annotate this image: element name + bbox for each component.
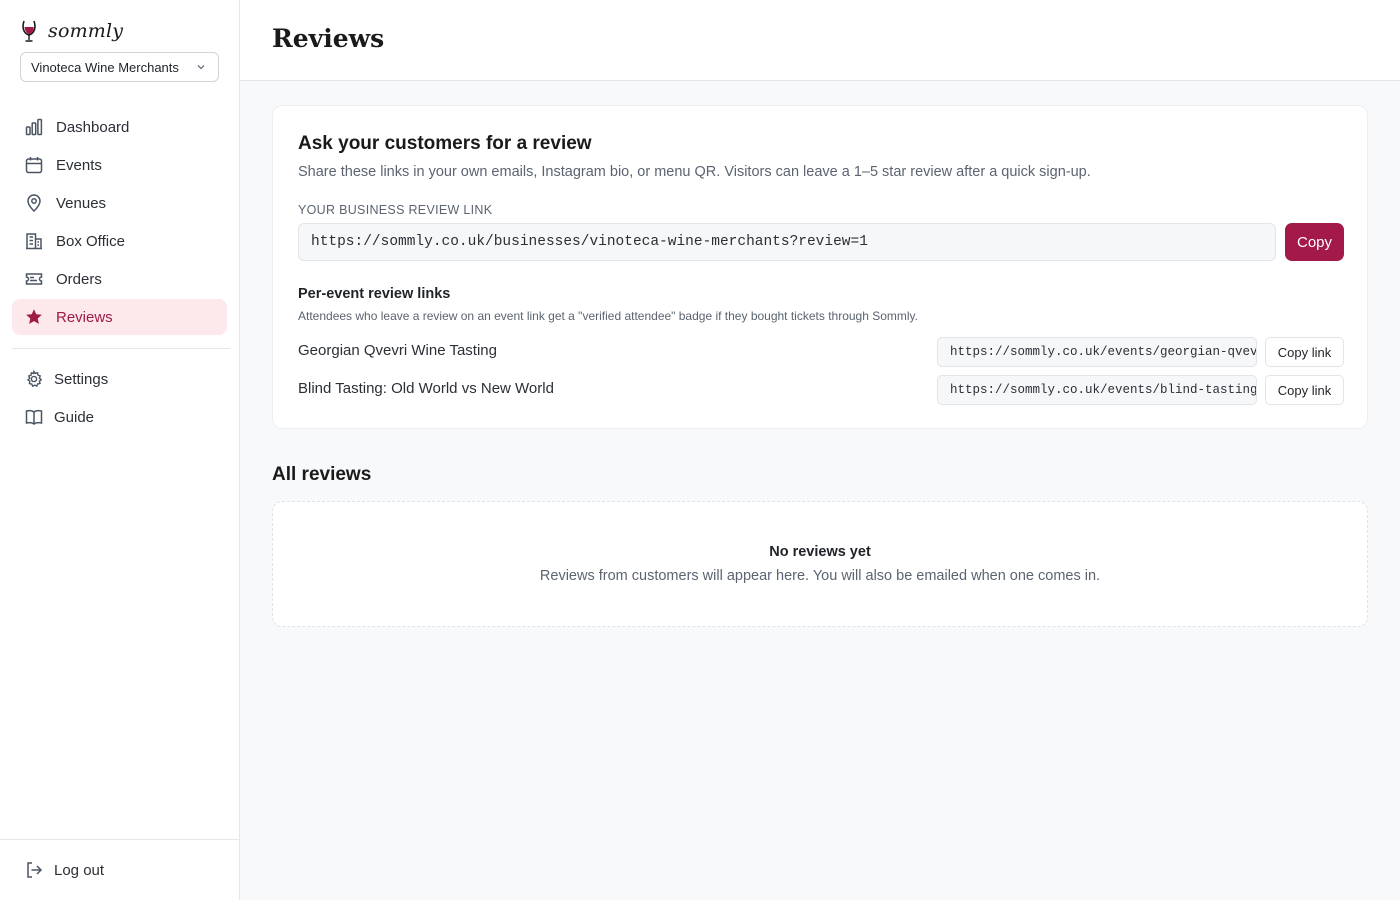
page-header: Reviews — [240, 0, 1400, 81]
per-event-links-subtitle: Attendees who leave a review on an event… — [298, 309, 919, 323]
wine-glass-logo-icon — [22, 20, 36, 42]
map-pin-icon — [24, 193, 44, 213]
sidebar-item-venues[interactable]: Venues — [12, 185, 227, 221]
logout-button[interactable]: Log out — [12, 852, 227, 888]
sidebar-item-label: Guide — [54, 408, 95, 426]
copy-event-link-button[interactable]: Copy link — [1265, 375, 1344, 405]
business-review-link-field[interactable]: https://sommly.co.uk/businesses/vinoteca… — [298, 223, 1276, 261]
brand-name: sommly — [48, 20, 124, 42]
star-icon — [24, 307, 44, 327]
sidebar-item-dashboard[interactable]: Dashboard — [12, 109, 227, 145]
sidebar-footer-divider — [0, 839, 239, 840]
sidebar-secondary-nav: Settings Guide — [12, 361, 227, 437]
event-review-link-field[interactable]: https://sommly.co.uk/events/blind-tastin… — [937, 375, 1257, 405]
organization-select-value: Vinoteca Wine Merchants — [31, 59, 179, 75]
sidebar-item-label: Box Office — [56, 232, 125, 250]
event-name: Georgian Qvevri Wine Tasting — [298, 342, 497, 359]
empty-state-message: Reviews from customers will appear here.… — [539, 568, 1101, 584]
sidebar-divider — [12, 348, 230, 349]
sidebar-nav: Dashboard Events Venues Box Office Order… — [12, 109, 227, 337]
sidebar-item-events[interactable]: Events — [12, 147, 227, 183]
sidebar-item-label: Settings — [54, 370, 109, 388]
sidebar-item-label: Orders — [56, 270, 102, 288]
sidebar-item-orders[interactable]: Orders — [12, 261, 227, 297]
event-name: Blind Tasting: Old World vs New World — [298, 380, 554, 397]
empty-state-title: No reviews yet — [769, 544, 871, 560]
sidebar-item-settings[interactable]: Settings — [12, 361, 227, 397]
building-icon — [24, 231, 44, 251]
copy-business-link-button[interactable]: Copy — [1285, 223, 1344, 261]
bar-chart-icon — [24, 117, 44, 137]
reviews-empty-state: No reviews yet Reviews from customers wi… — [272, 501, 1368, 627]
book-icon — [24, 407, 44, 427]
logo[interactable]: sommly — [20, 16, 123, 46]
event-review-link-field[interactable]: https://sommly.co.uk/events/georgian-qve… — [937, 337, 1257, 367]
business-link-label: Your business review link — [298, 203, 493, 217]
organization-select[interactable]: Vinoteca Wine Merchants — [20, 52, 219, 82]
logout-icon — [24, 860, 44, 880]
event-link-row: Georgian Qvevri Wine Tasting https://som… — [298, 337, 1344, 367]
chevron-down-icon — [194, 60, 208, 74]
review-request-card: Ask your customers for a review Share th… — [272, 105, 1368, 429]
sidebar-item-label: Venues — [56, 194, 107, 212]
page-title: Reviews — [272, 24, 385, 53]
calendar-icon — [24, 155, 44, 175]
sidebar-item-label: Reviews — [56, 308, 113, 326]
logout-label: Log out — [54, 861, 105, 879]
card-title: Ask your customers for a review — [298, 133, 592, 154]
copy-event-link-button[interactable]: Copy link — [1265, 337, 1344, 367]
sidebar-item-box-office[interactable]: Box Office — [12, 223, 227, 259]
sidebar: sommly Vinoteca Wine Merchants Dashboard… — [0, 0, 240, 900]
sidebar-item-label: Events — [56, 156, 102, 174]
gear-icon — [24, 369, 44, 389]
per-event-links-title: Per-event review links — [298, 286, 451, 302]
ticket-icon — [24, 269, 44, 289]
sidebar-item-guide[interactable]: Guide — [12, 399, 227, 435]
sidebar-item-reviews[interactable]: Reviews — [12, 299, 227, 335]
all-reviews-title: All reviews — [272, 464, 372, 485]
sidebar-footer: Log out — [12, 852, 227, 890]
event-link-row: Blind Tasting: Old World vs New World ht… — [298, 375, 1344, 405]
card-subtitle: Share these links in your own emails, In… — [298, 164, 1091, 180]
sidebar-item-label: Dashboard — [56, 118, 130, 136]
